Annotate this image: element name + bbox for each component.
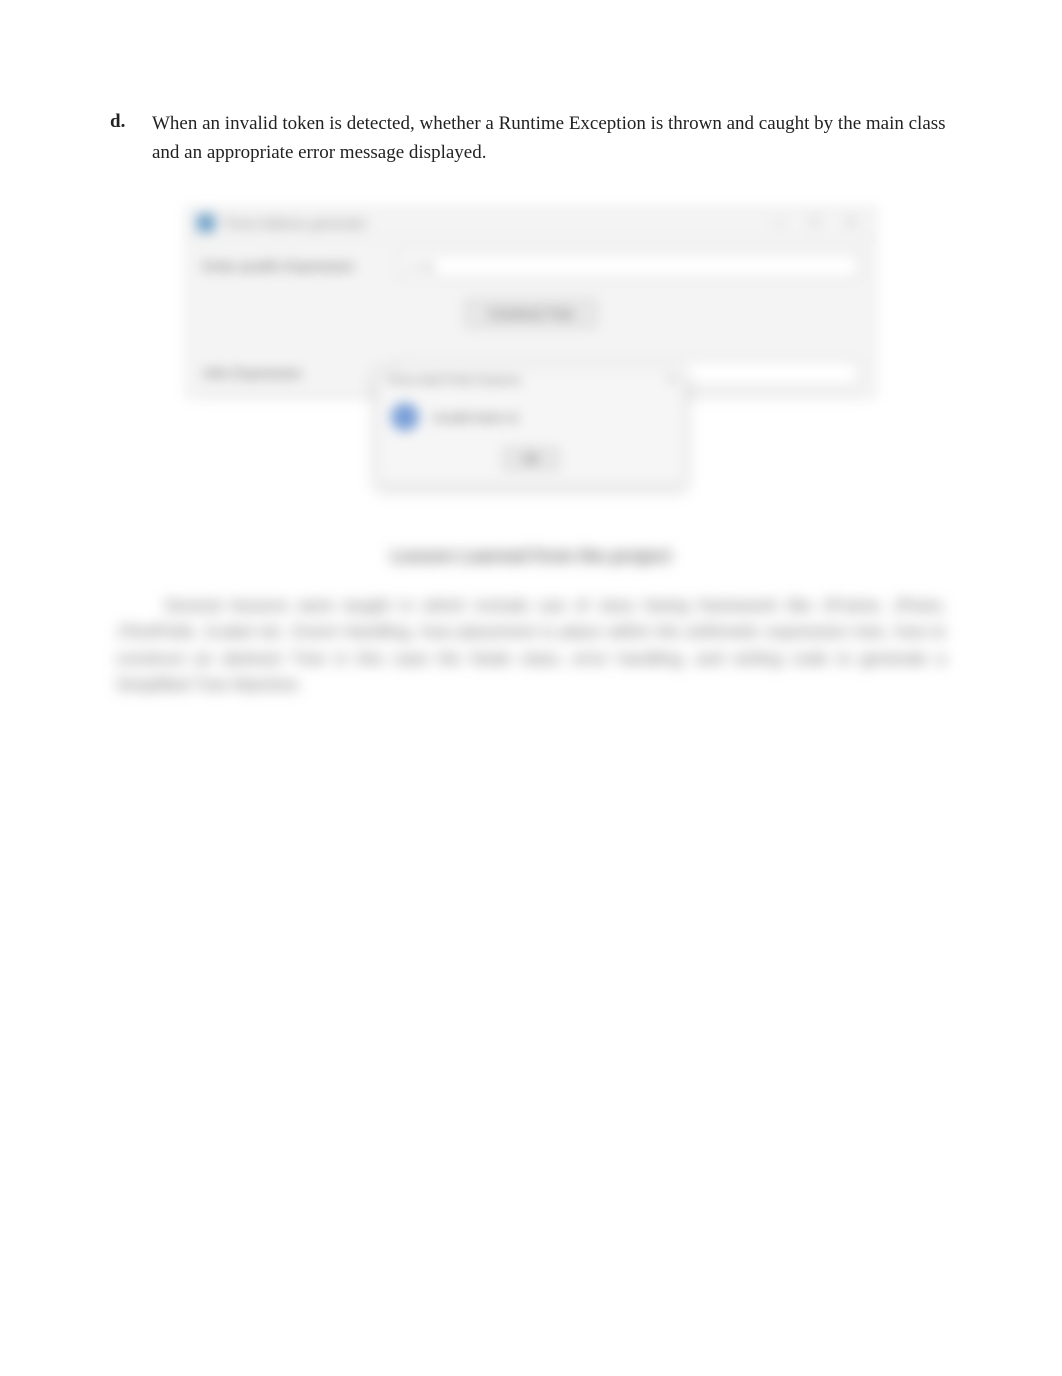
- minimize-button[interactable]: —: [765, 215, 793, 231]
- evaluate-button[interactable]: Construct Tree: [465, 299, 596, 328]
- ok-button[interactable]: OK: [503, 447, 558, 471]
- list-marker: d.: [110, 110, 136, 167]
- list-item-d: d. When an invalid token is detected, wh…: [110, 110, 952, 167]
- lesson-section-blurred: Lesson Learned from the project Several …: [110, 546, 952, 698]
- dialog-close-icon[interactable]: ✕: [667, 373, 677, 387]
- dialog-message: Invalid token &: [433, 410, 518, 425]
- input-row: Enter postfix Expression: [187, 239, 875, 289]
- dialog-title: Three Add Prefix Express: [385, 373, 521, 387]
- titlebar: Three Address generator — ☐ ✕: [187, 208, 875, 239]
- dialog-ok-row: OK: [377, 437, 685, 485]
- info-icon: [391, 403, 419, 431]
- close-button[interactable]: ✕: [837, 215, 865, 231]
- list-text: When an invalid token is detected, wheth…: [152, 110, 952, 167]
- lesson-paragraph: Several lessons were taught in which inc…: [116, 593, 946, 698]
- screenshot-blurred: Three Address generator — ☐ ✕ Enter post…: [186, 207, 876, 486]
- window-title: Three Address generator: [223, 216, 757, 231]
- dialog-body: Invalid token &: [377, 391, 685, 437]
- maximize-button[interactable]: ☐: [801, 215, 829, 231]
- dialog-titlebar: Three Add Prefix Express ✕: [377, 369, 685, 391]
- output-label: Infix Expression: [203, 365, 383, 381]
- expression-input[interactable]: [397, 253, 859, 279]
- lesson-heading: Lesson Learned from the project: [116, 546, 946, 567]
- app-icon: [197, 214, 215, 232]
- input-label: Enter postfix Expression: [203, 258, 383, 274]
- error-dialog: Three Add Prefix Express ✕ Invalid token…: [376, 368, 686, 486]
- evaluate-row: Construct Tree: [187, 289, 875, 346]
